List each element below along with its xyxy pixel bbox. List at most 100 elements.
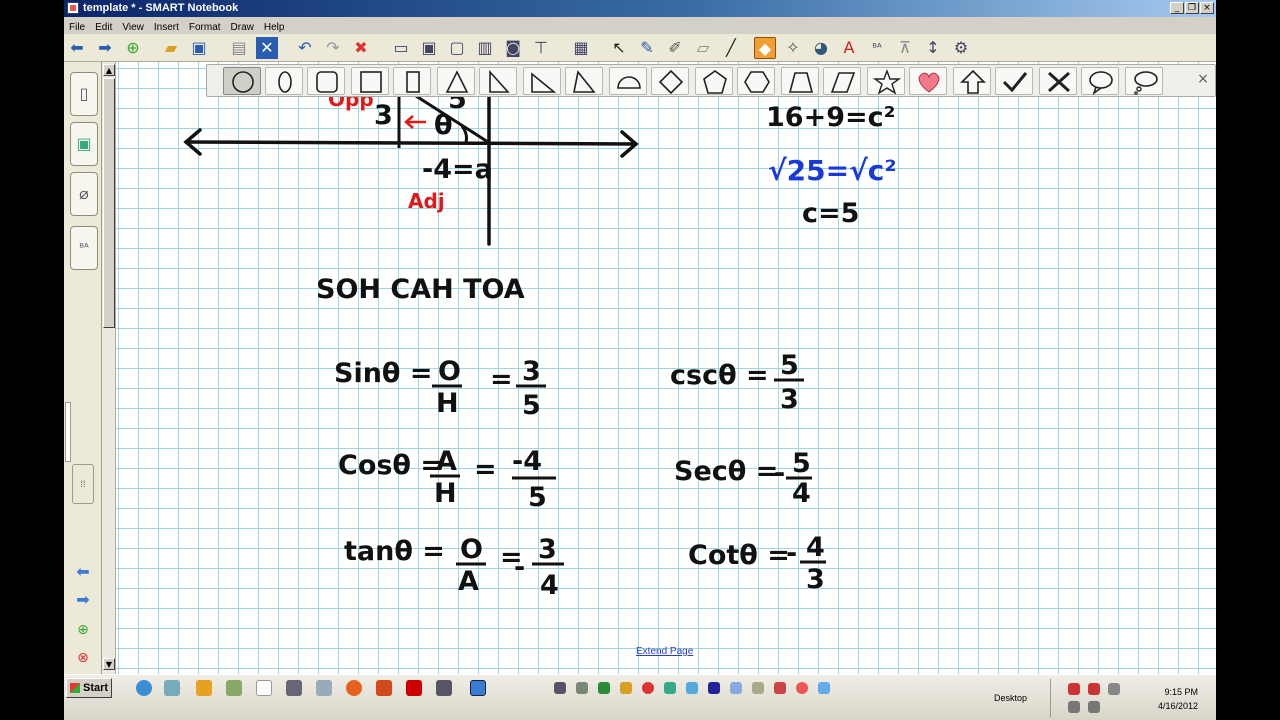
- menu-format[interactable]: Format: [184, 20, 226, 33]
- library-icon[interactable]: [316, 680, 332, 696]
- gallery-tab-icon[interactable]: ▣: [70, 122, 98, 166]
- excel-icon[interactable]: [598, 682, 610, 694]
- sidebar-add-page-icon[interactable]: ⊕: [71, 620, 95, 640]
- tray-icon-1[interactable]: [1068, 683, 1080, 695]
- fill-icon[interactable]: ◕: [810, 37, 832, 59]
- shape-square-icon[interactable]: [351, 67, 389, 95]
- line-icon[interactable]: ╱: [720, 37, 742, 59]
- desktop-toolbar-label[interactable]: Desktop: [994, 693, 1027, 703]
- shape-rounded-square-icon[interactable]: [307, 67, 345, 95]
- customize-toolbar-icon[interactable]: ⚙: [950, 37, 972, 59]
- sidebar-handle[interactable]: [65, 402, 71, 462]
- shape-star-icon[interactable]: [867, 67, 905, 95]
- page-sorter-tab-icon[interactable]: ▯: [70, 72, 98, 116]
- shape-checkmark-icon[interactable]: [995, 67, 1033, 95]
- notepad-icon[interactable]: [256, 680, 272, 696]
- tray-app-icon-4[interactable]: [664, 682, 676, 694]
- previous-page-icon[interactable]: ⬅: [66, 37, 88, 59]
- measurement-tools-icon[interactable]: ⊼: [894, 37, 916, 59]
- shape-trapezoid-icon[interactable]: [781, 67, 819, 95]
- menu-edit[interactable]: Edit: [90, 20, 117, 33]
- taskbar-clock[interactable]: 9:15 PM 4/16/2012: [1126, 685, 1198, 713]
- attachments-tab-icon[interactable]: ⌀: [70, 172, 98, 216]
- shape-arrow-up-icon[interactable]: [953, 67, 991, 95]
- magic-pen-icon[interactable]: ✧: [782, 37, 804, 59]
- scroll-down-icon[interactable]: ▼: [103, 658, 115, 670]
- printer-icon[interactable]: [286, 680, 302, 696]
- add-page-icon[interactable]: ⊕: [122, 37, 144, 59]
- shape-semicircle-icon[interactable]: [609, 67, 647, 95]
- close-button[interactable]: ×: [1200, 2, 1214, 14]
- explorer-icon[interactable]: [164, 680, 180, 696]
- shape-ellipse-icon[interactable]: [265, 67, 303, 95]
- tray-app-icon-7[interactable]: [730, 682, 742, 694]
- delete-icon[interactable]: ✖: [350, 37, 372, 59]
- open-folder-icon[interactable]: ▰: [160, 37, 182, 59]
- sidebar-previous-icon[interactable]: ⬅: [71, 562, 95, 582]
- shape-triangle-icon[interactable]: [437, 67, 475, 95]
- acrobat-icon[interactable]: [406, 680, 422, 696]
- shape-flat-triangle-icon[interactable]: [523, 67, 561, 95]
- creative-pen-icon[interactable]: ✐: [664, 37, 686, 59]
- tray-app-icon-5[interactable]: [686, 682, 698, 694]
- shape-diamond-icon[interactable]: [651, 67, 689, 95]
- paste-icon[interactable]: ▤: [228, 37, 250, 59]
- shape-hexagon-icon[interactable]: [737, 67, 775, 95]
- save-icon[interactable]: ▣: [188, 37, 210, 59]
- pen-icon[interactable]: ✎: [636, 37, 658, 59]
- powerpoint-icon[interactable]: [376, 680, 392, 696]
- tray-app-icon-6[interactable]: [708, 682, 720, 694]
- tray-icon-2[interactable]: [1088, 683, 1100, 695]
- shape-rectangle-icon[interactable]: [393, 67, 431, 95]
- menu-help[interactable]: Help: [259, 20, 290, 33]
- volume-icon[interactable]: [1088, 701, 1100, 713]
- menu-view[interactable]: View: [117, 20, 149, 33]
- show-desktop-icon[interactable]: ▥: [474, 37, 496, 59]
- text-icon[interactable]: A: [838, 37, 860, 59]
- tray-app-icon-3[interactable]: [620, 682, 632, 694]
- undo-icon[interactable]: ↶: [294, 37, 316, 59]
- document-camera-icon[interactable]: ⊤: [530, 37, 552, 59]
- shape-circle-icon[interactable]: [223, 67, 261, 95]
- minimize-button[interactable]: _: [1170, 2, 1184, 14]
- vertical-scrollbar[interactable]: ▲ ▼: [102, 62, 116, 674]
- shape-thought-bubble-icon[interactable]: [1125, 67, 1163, 95]
- tray-app-icon-9[interactable]: [774, 682, 786, 694]
- shape-right-triangle-icon[interactable]: [479, 67, 517, 95]
- scroll-up-icon[interactable]: ▲: [103, 64, 115, 76]
- chrome-icon[interactable]: [642, 682, 654, 694]
- restore-button[interactable]: ❐: [1185, 2, 1199, 14]
- scroll-thumb[interactable]: [103, 78, 115, 328]
- tray-app-icon-2[interactable]: [576, 682, 588, 694]
- network-icon[interactable]: [1068, 701, 1080, 713]
- notebook-page-canvas[interactable]: Opp 3 5 θ -4=a Adj 16+9=c² √25=√c² c=5 S…: [116, 62, 1216, 674]
- extend-page-link[interactable]: Extend Page: [636, 646, 693, 657]
- shapes-icon[interactable]: ◆: [754, 37, 776, 59]
- sidebar-next-icon[interactable]: ➡: [71, 590, 95, 610]
- smart-notebook-task-icon[interactable]: [470, 680, 486, 696]
- sidebar-delete-page-icon[interactable]: ⊗: [71, 648, 95, 668]
- redo-icon[interactable]: ↷: [322, 37, 344, 59]
- capture-icon[interactable]: ◙: [502, 37, 524, 59]
- shape-heart-icon[interactable]: [909, 67, 947, 95]
- screen-shade-icon[interactable]: ▭: [390, 37, 412, 59]
- close-shapes-toolbar-icon[interactable]: ×: [1195, 71, 1211, 87]
- next-page-icon[interactable]: ➡: [94, 37, 116, 59]
- shape-parallelogram-icon[interactable]: [823, 67, 861, 95]
- move-toolbar-icon[interactable]: ↕: [922, 37, 944, 59]
- tray-icon-3[interactable]: [1108, 683, 1120, 695]
- full-screen-icon[interactable]: ▣: [418, 37, 440, 59]
- select-arrow-icon[interactable]: ↖: [608, 37, 630, 59]
- shape-obtuse-triangle-icon[interactable]: [565, 67, 603, 95]
- presentation-icon[interactable]: [436, 680, 452, 696]
- menu-file[interactable]: File: [64, 20, 90, 33]
- ie-icon[interactable]: [136, 680, 152, 696]
- tray-app-icon-10[interactable]: [796, 682, 808, 694]
- tool-icon[interactable]: [226, 680, 242, 696]
- transparent-background-icon[interactable]: ▢: [446, 37, 468, 59]
- sidebar-resize-grip[interactable]: ⁞⁞: [72, 464, 94, 504]
- table-icon[interactable]: ▦: [570, 37, 592, 59]
- tray-app-icon-11[interactable]: [818, 682, 830, 694]
- handwriting-recognition-icon[interactable]: ᴮᴬ: [866, 37, 888, 59]
- clear-page-icon[interactable]: ✕: [256, 37, 278, 59]
